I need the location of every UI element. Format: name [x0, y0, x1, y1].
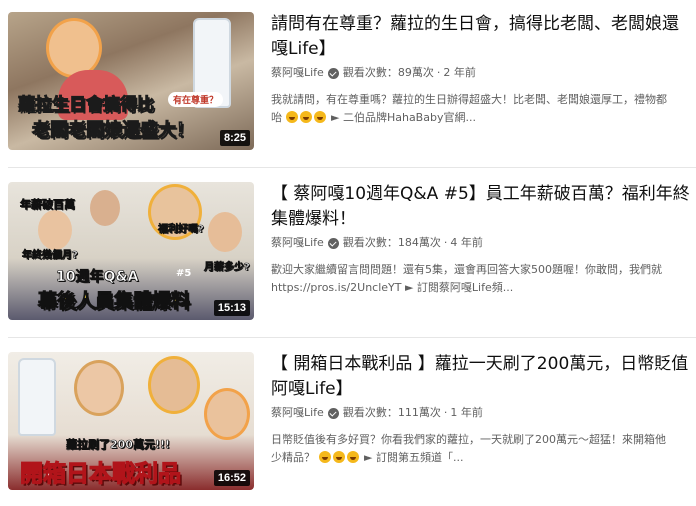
thumbnail-person	[74, 360, 124, 416]
description-line: 少精品？ ► 訂閱第五頻道「...	[271, 449, 696, 467]
thumbnail-text: 10週年Q&A	[56, 269, 139, 286]
thumbnail-person	[46, 18, 102, 78]
video-byline: 蔡阿嘎Life 觀看次數：184萬次 · 4 年前	[271, 235, 696, 251]
thumbnail-text: 蘿拉刷了200萬元!!!	[66, 438, 171, 452]
upload-age: 1 年前	[450, 406, 483, 419]
video-byline: 蔡阿嘎Life 觀看次數：89萬次 · 2 年前	[271, 65, 696, 81]
thumbnail-tag: #5	[176, 268, 192, 279]
video-item[interactable]: 年薪破百萬 福利好嗎? 年終幾個月? 月薪多少? 10週年Q&A #5 幕後人員…	[8, 182, 696, 322]
channel-name[interactable]: 蔡阿嘎Life	[271, 235, 324, 251]
video-thumbnail[interactable]: 有在尊重？ 蘿拉生日會搞得比 老闆老闆娘還盛大！ 8:25	[8, 12, 254, 150]
verified-icon	[327, 67, 339, 79]
thumbnail-text: 月薪多少?	[204, 262, 250, 274]
thumbnail-text: 有在尊重？	[168, 92, 224, 107]
thumbnail-text: 福利好嗎?	[158, 224, 204, 236]
video-byline: 蔡阿嘎Life 觀看次數：111萬次 · 1 年前	[271, 405, 696, 421]
thumbnail-person	[38, 210, 72, 250]
video-duration: 16:52	[213, 470, 250, 486]
description-line: 咍 ► 二伯品牌HahaBaby官網...	[271, 109, 696, 127]
view-count: 觀看次數：184萬次	[342, 236, 441, 249]
video-duration: 15:13	[213, 300, 250, 316]
thumbnail-text: 蘿拉生日會搞得比	[18, 95, 155, 116]
video-title-continued[interactable]: 阿嘎Life】	[271, 377, 696, 402]
description-line: https://pros.is/2UncleYT ► 訂閱蔡阿嘎Life頻...	[271, 281, 514, 294]
video-thumbnail[interactable]: 蘿拉刷了200萬元!!! 開箱日本戰利品 16:52	[8, 352, 254, 490]
upload-age: 4 年前	[450, 236, 483, 249]
separator: ·	[436, 66, 441, 79]
laughing-emoji-icon	[313, 111, 326, 123]
video-description: 我就請問，有在尊重嗎？蘿拉的生日辦得超盛大！比老闆、老闆娘還厚工，禮物都 咍 ►…	[271, 91, 696, 127]
divider	[8, 167, 696, 168]
description-text: 少精品？	[271, 451, 315, 464]
thumbnail-person	[208, 212, 242, 252]
separator: ·	[443, 406, 448, 419]
video-meta: 請問有在尊重？蘿拉的生日會，搞得比老闆、老闆娘還 嘎Life】 蔡阿嘎Life …	[271, 12, 696, 127]
video-results-list: 有在尊重？ 蘿拉生日會搞得比 老闆老闆娘還盛大！ 8:25 請問有在尊重？蘿拉的…	[0, 0, 696, 506]
video-duration: 8:25	[219, 130, 250, 146]
channel-name[interactable]: 蔡阿嘎Life	[271, 65, 324, 81]
video-meta: 【 蔡阿嘎10週年Q&A #5】員工年薪破百萬？福利年終 集體爆料！ 蔡阿嘎Li…	[271, 182, 696, 297]
video-title[interactable]: 【 蔡阿嘎10週年Q&A #5】員工年薪破百萬？福利年終	[271, 182, 696, 207]
view-count: 觀看次數：111萬次	[342, 406, 441, 419]
separator: ·	[443, 236, 448, 249]
video-item[interactable]: 蘿拉刷了200萬元!!! 開箱日本戰利品 16:52 【 開箱日本戰利品 】蘿拉…	[8, 352, 696, 492]
description-text: ► 訂閱第五頻道「...	[364, 451, 464, 464]
video-item[interactable]: 有在尊重？ 蘿拉生日會搞得比 老闆老闆娘還盛大！ 8:25 請問有在尊重？蘿拉的…	[8, 12, 696, 152]
verified-icon	[327, 237, 339, 249]
laughing-emoji-icon	[346, 451, 359, 463]
video-title-continued[interactable]: 集體爆料！	[271, 207, 696, 232]
laughing-emoji-icon	[299, 111, 312, 123]
laughing-emoji-icon	[285, 111, 298, 123]
laughing-emoji-icon	[318, 451, 331, 463]
video-title-continued[interactable]: 嘎Life】	[271, 37, 696, 62]
description-line: 日幣貶值後有多好買？你看我們家的蘿拉，一天就刷了200萬元～超猛！來開箱他	[271, 433, 666, 446]
thumbnail-bottle	[18, 358, 56, 436]
verified-icon	[327, 407, 339, 419]
description-line: 歡迎大家繼續留言問問題！還有5集，還會再回答大家500題喔！你敢問，我們就	[271, 263, 662, 276]
video-meta: 【 開箱日本戰利品 】蘿拉一天刷了200萬元，日幣貶值 阿嘎Life】 蔡阿嘎L…	[271, 352, 696, 467]
thumbnail-person	[204, 388, 250, 440]
description-line: 我就請問，有在尊重嗎？蘿拉的生日辦得超盛大！比老闆、老闆娘還厚工，禮物都	[271, 93, 667, 106]
thumbnail-text: 開箱日本戰利品	[19, 460, 181, 487]
view-count: 觀看次數：89萬次	[342, 66, 434, 79]
laughing-emoji-icon	[332, 451, 345, 463]
description-text: ► 二伯品牌HahaBaby官網...	[331, 111, 476, 124]
thumbnail-text: 幕後人員集體爆料	[37, 290, 191, 313]
video-title[interactable]: 【 開箱日本戰利品 】蘿拉一天刷了200萬元，日幣貶值	[271, 352, 696, 377]
thumbnail-person	[90, 190, 120, 226]
video-title[interactable]: 請問有在尊重？蘿拉的生日會，搞得比老闆、老闆娘還	[271, 12, 696, 37]
video-description: 日幣貶值後有多好買？你看我們家的蘿拉，一天就刷了200萬元～超猛！來開箱他 少精…	[271, 431, 696, 467]
divider	[8, 337, 696, 338]
video-description: 歡迎大家繼續留言問問題！還有5集，還會再回答大家500題喔！你敢問，我們就 ht…	[271, 261, 696, 297]
channel-name[interactable]: 蔡阿嘎Life	[271, 405, 324, 421]
video-thumbnail[interactable]: 年薪破百萬 福利好嗎? 年終幾個月? 月薪多少? 10週年Q&A #5 幕後人員…	[8, 182, 254, 320]
thumbnail-text: 老闆老闆娘還盛大！	[32, 120, 195, 142]
thumbnail-person	[148, 356, 200, 414]
thumbnail-text: 年薪破百萬	[20, 198, 76, 212]
description-text: 咍	[271, 111, 282, 124]
thumbnail-text: 年終幾個月?	[22, 250, 78, 262]
upload-age: 2 年前	[443, 66, 476, 79]
